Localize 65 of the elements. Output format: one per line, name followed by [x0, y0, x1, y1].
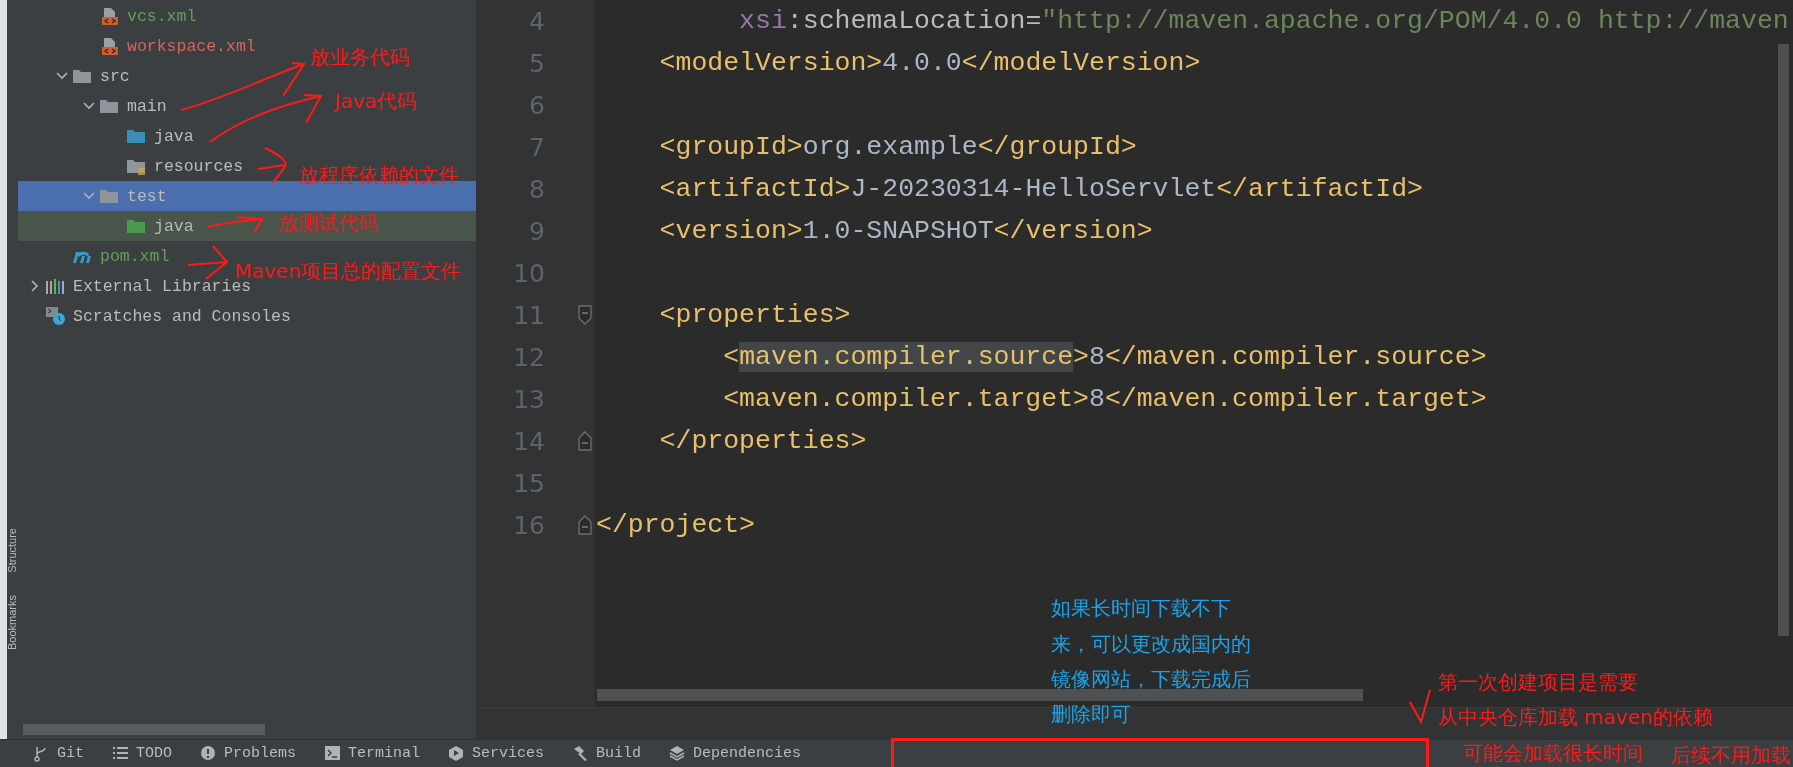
code-line: </project> — [595, 510, 756, 540]
handwritten-note: 从中央仓库加载 maven的依赖 — [1438, 706, 1713, 728]
tree-item-label[interactable]: Scratches and Consoles — [73, 306, 291, 326]
services-icon — [448, 745, 466, 762]
xml-file-icon — [99, 6, 119, 26]
arrow-drawing — [207, 216, 263, 234]
tree-item-label[interactable]: pom.xml — [100, 246, 170, 266]
code-line: <artifactId>J-20230314-HelloServlet</artifactId> — [658, 174, 1423, 204]
code-line: </properties> — [658, 426, 867, 456]
fold-marker-icon[interactable] — [577, 431, 593, 451]
folder-icon — [126, 127, 146, 145]
tool-window-button[interactable]: Build — [572, 743, 642, 764]
code-line: <modelVersion>4.0.0</modelVersion> — [658, 48, 1201, 78]
handwritten-note: 删除即可 — [1051, 703, 1131, 725]
tree-item-label[interactable]: resources — [154, 156, 244, 176]
handwritten-note: 放程序依赖的文件 — [299, 164, 459, 186]
handwritten-note: 第一次创建项目是需要 — [1438, 671, 1638, 693]
folder-icon — [72, 67, 92, 85]
folder-icon — [126, 217, 146, 235]
handwritten-note: 来，可以更改成国内的 — [1051, 633, 1251, 655]
code-line: <maven.compiler.target>8</maven.compiler.target> — [722, 384, 1487, 414]
code-line: <version>1.0-SNAPSHOT</version> — [658, 216, 1153, 246]
dependencies-icon — [669, 745, 687, 762]
handwritten-note: 放业务代码 — [310, 46, 410, 68]
build-icon — [572, 745, 590, 762]
resources-folder-icon — [126, 157, 146, 175]
handwritten-note: Java代码 — [335, 90, 418, 112]
folder-icon — [99, 97, 119, 115]
handwritten-note: 放测试代码 — [279, 212, 379, 234]
tool-window-button[interactable]: Services — [448, 743, 545, 764]
tree-item-label[interactable]: java — [154, 126, 194, 146]
tool-window-button[interactable]: Dependencies — [669, 743, 802, 764]
code-line: <groupId>org.example</groupId> — [658, 132, 1137, 162]
libraries-icon — [45, 277, 65, 295]
terminal-icon — [324, 745, 342, 762]
tree-item-label[interactable]: main — [127, 96, 167, 116]
arrow-drawing — [187, 245, 229, 280]
code-line: <maven.compiler.source>8</maven.compiler.source> — [722, 342, 1487, 372]
arrow-drawing — [257, 147, 287, 184]
handwritten-note: 镜像网站，下载完成后 — [1051, 668, 1251, 690]
tree-item-label[interactable]: vcs.xml — [127, 6, 197, 26]
tree-item-label[interactable]: workspace.xml — [127, 36, 256, 56]
tree-item-label[interactable]: src — [100, 66, 130, 86]
arrow-drawing — [1409, 689, 1431, 725]
scrollbar-thumb[interactable] — [597, 689, 1363, 701]
handwritten-note: 后续不用加载 — [1671, 744, 1791, 766]
tool-window-button[interactable]: Problems — [200, 743, 297, 764]
handwritten-note: 可能会加载很长时间 — [1463, 742, 1643, 764]
handwritten-note: 如果长时间下载不下 — [1051, 597, 1231, 619]
scrollbar-thumb[interactable] — [23, 724, 265, 735]
fold-marker-icon[interactable] — [577, 305, 593, 325]
tool-window-button[interactable]: TODO — [112, 743, 173, 764]
tool-window-button[interactable]: Git — [33, 743, 84, 764]
code-line: xsi:schemaLocation="http://maven.apache.org/POM/4.0.0 http://maven — [738, 6, 1789, 36]
scrollbar-thumb[interactable] — [1778, 44, 1789, 636]
tool-window-button[interactable]: Terminal — [324, 743, 421, 764]
code-line: <properties> — [658, 300, 851, 330]
tree-item-label[interactable]: java — [154, 216, 194, 236]
fold-marker-icon[interactable] — [577, 515, 593, 535]
problems-icon — [200, 745, 218, 762]
todo-icon — [112, 745, 129, 762]
xml-file-icon — [99, 36, 119, 56]
scratches-icon — [45, 306, 66, 326]
folder-icon — [99, 187, 119, 205]
handwritten-note: Maven项目总的配置文件 — [235, 260, 462, 282]
